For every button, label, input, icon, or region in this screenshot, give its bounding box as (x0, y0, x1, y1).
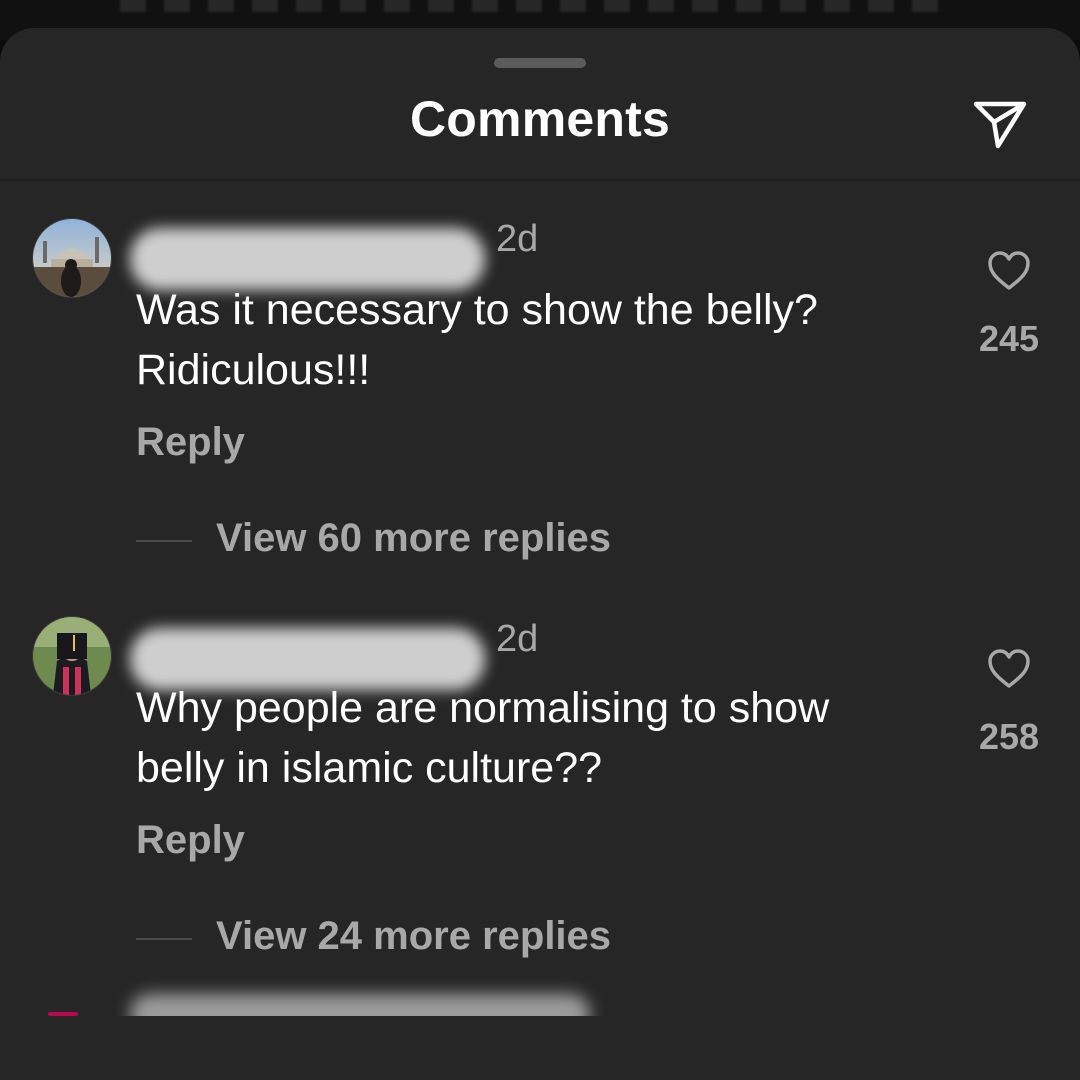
sheet-grabber-handle[interactable] (494, 58, 586, 68)
comments-title: Comments (410, 91, 670, 147)
like-count: 258 (978, 716, 1040, 757)
avatar[interactable] (32, 218, 112, 298)
view-more-replies-label: View 24 more replies (216, 914, 612, 958)
sheet-bottom-area (0, 1016, 1080, 1080)
view-more-replies-label: View 60 more replies (216, 516, 612, 560)
comment-timestamp: 2d (496, 618, 539, 660)
background-post-caption-blurred (120, 0, 940, 12)
comment-text: Was it necessary to show the belly? Ridi… (136, 286, 818, 394)
like-count: 245 (978, 318, 1040, 359)
heart-icon[interactable] (986, 250, 1032, 292)
send-icon[interactable] (972, 98, 1028, 150)
replies-indent-line (136, 938, 192, 940)
heart-icon[interactable] (986, 648, 1032, 690)
reply-button[interactable]: Reply (136, 420, 245, 465)
avatar[interactable] (32, 616, 112, 696)
replies-indent-line (136, 540, 192, 542)
comment-text: Why people are normalising to show belly… (136, 684, 830, 792)
comment-timestamp: 2d (496, 218, 539, 260)
comments-sheet: Comments 2d Was it necessary to show the… (0, 28, 1080, 1080)
reply-button[interactable]: Reply (136, 818, 245, 863)
header-divider (0, 179, 1080, 181)
